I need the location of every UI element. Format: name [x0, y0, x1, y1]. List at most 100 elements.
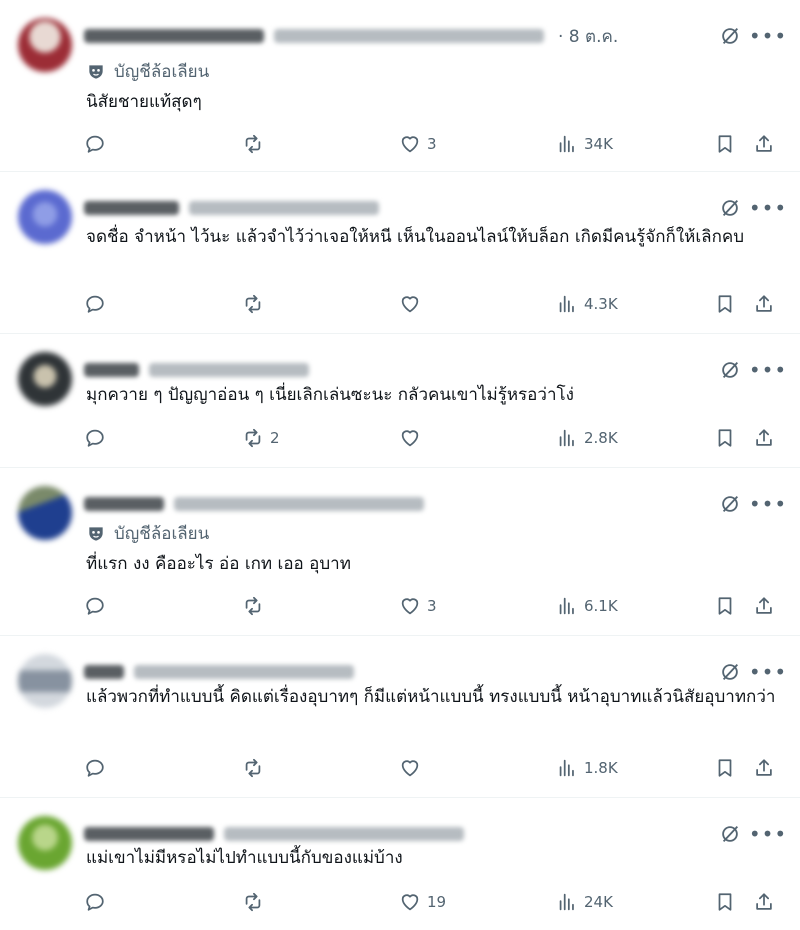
repost-icon: [245, 758, 261, 778]
like-button[interactable]: 3: [399, 129, 437, 159]
repost-button[interactable]: 2: [242, 423, 280, 453]
share-button[interactable]: [753, 591, 775, 621]
repost-button[interactable]: [242, 129, 270, 159]
repost-icon: [245, 892, 261, 912]
reply-button[interactable]: [84, 129, 112, 159]
views-button[interactable]: 6.1K: [556, 591, 618, 621]
like-count: 3: [427, 597, 437, 615]
reply-item[interactable]: · 8 ต.ค. ••• บัญชีล้อเลียน นิสัยชายแท้สุ…: [0, 0, 800, 172]
like-count: 3: [427, 135, 437, 153]
more-options-icon[interactable]: •••: [749, 22, 786, 50]
bookmark-icon: [718, 295, 732, 313]
grok-icon[interactable]: [716, 490, 744, 518]
view-count: 1.8K: [584, 759, 618, 777]
bookmark-button[interactable]: [714, 591, 736, 621]
like-button[interactable]: [399, 753, 427, 783]
grok-icon[interactable]: [716, 22, 744, 50]
display-name-blurred[interactable]: [84, 29, 264, 43]
repost-button[interactable]: [242, 289, 270, 319]
bookmark-button[interactable]: [714, 753, 736, 783]
share-button[interactable]: [753, 753, 775, 783]
reply-item[interactable]: ••• จดชื่อ จำหน้า ไว้นะ แล้วจำไว้ว่าเจอใ…: [0, 172, 800, 334]
view-count: 4.3K: [584, 295, 618, 313]
display-name-blurred[interactable]: [84, 665, 124, 679]
heart-icon: [401, 136, 419, 153]
views-button[interactable]: 2.8K: [556, 423, 618, 453]
views-button[interactable]: 4.3K: [556, 289, 618, 319]
reply-item[interactable]: ••• แม่เขาไม่มีหรอไม่ไปทำแบบนี้กับของแม่…: [0, 798, 800, 930]
heart-icon: [401, 430, 419, 447]
bookmark-button[interactable]: [714, 887, 736, 917]
display-name-blurred[interactable]: [84, 497, 164, 511]
handle-blurred[interactable]: [134, 665, 354, 679]
reply-header: [84, 358, 309, 382]
action-bar: 3 34K: [84, 129, 780, 159]
reply-button[interactable]: [84, 887, 112, 917]
like-button[interactable]: 19: [399, 887, 446, 917]
handle-blurred[interactable]: [274, 29, 544, 43]
action-bar: 3 6.1K: [84, 591, 780, 621]
share-icon: [756, 135, 772, 152]
reply-button[interactable]: [84, 289, 112, 319]
share-icon: [756, 597, 772, 614]
repost-icon: [245, 294, 261, 314]
avatar[interactable]: [18, 190, 72, 244]
reply-text: ที่แรก งง คืออะไร อ่อ เกท เออ อุบาท: [86, 554, 351, 574]
display-name-blurred[interactable]: [84, 363, 139, 377]
reply-item[interactable]: ••• แล้วพวกที่ทำแบบนี้ คิดแต่เรื่องอุบาท…: [0, 636, 800, 798]
bookmark-button[interactable]: [714, 423, 736, 453]
repost-button[interactable]: [242, 753, 270, 783]
reply-button[interactable]: [84, 591, 112, 621]
grok-icon[interactable]: [716, 194, 744, 222]
avatar[interactable]: [18, 18, 72, 72]
avatar[interactable]: [18, 486, 72, 540]
display-name-blurred[interactable]: [84, 201, 179, 215]
reply-button[interactable]: [84, 753, 112, 783]
repost-icon: [245, 134, 261, 154]
avatar[interactable]: [18, 816, 72, 870]
view-count: 34K: [584, 135, 613, 153]
share-button[interactable]: [753, 289, 775, 319]
parody-mask-icon: [89, 526, 103, 541]
views-icon: [559, 893, 574, 911]
display-name-blurred[interactable]: [84, 827, 214, 841]
action-bar: 19 24K: [84, 887, 780, 917]
like-button[interactable]: [399, 289, 427, 319]
more-options-icon[interactable]: •••: [749, 194, 786, 222]
bookmark-icon: [718, 597, 732, 615]
heart-icon: [401, 894, 419, 911]
reply-item[interactable]: ••• บัญชีล้อเลียน ที่แรก งง คืออะไร อ่อ …: [0, 468, 800, 636]
handle-blurred[interactable]: [189, 201, 379, 215]
bookmark-button[interactable]: [714, 129, 736, 159]
bookmark-button[interactable]: [714, 289, 736, 319]
timestamp[interactable]: · 8 ต.ค.: [558, 23, 618, 50]
action-bar: 2 2.8K: [84, 423, 780, 453]
like-button[interactable]: 3: [399, 591, 437, 621]
bookmark-icon: [718, 135, 732, 153]
reply-item[interactable]: ••• มุกควาย ๆ ปัญญาอ่อน ๆ เนี่ยเลิกเล่นซ…: [0, 334, 800, 468]
more-options-icon[interactable]: •••: [749, 490, 786, 518]
handle-blurred[interactable]: [224, 827, 464, 841]
views-button[interactable]: 24K: [556, 887, 613, 917]
like-button[interactable]: [399, 423, 427, 453]
share-icon: [756, 295, 772, 312]
repost-count: 2: [270, 429, 280, 447]
views-button[interactable]: 1.8K: [556, 753, 618, 783]
bookmark-icon: [718, 759, 732, 777]
avatar[interactable]: [18, 654, 72, 708]
share-button[interactable]: [753, 129, 775, 159]
repost-button[interactable]: [242, 591, 270, 621]
views-button[interactable]: 34K: [556, 129, 613, 159]
reply-text: นิสัยชายแท้สุดๆ: [86, 92, 202, 112]
reply-button[interactable]: [84, 423, 112, 453]
views-icon: [559, 429, 574, 447]
share-button[interactable]: [753, 423, 775, 453]
share-button[interactable]: [753, 887, 775, 917]
views-icon: [559, 759, 574, 777]
avatar[interactable]: [18, 352, 72, 406]
reply-text: จดชื่อ จำหน้า ไว้นะ แล้วจำไว้ว่าเจอให้หน…: [86, 227, 745, 247]
repost-button[interactable]: [242, 887, 270, 917]
handle-blurred[interactable]: [149, 363, 309, 377]
action-bar: 1.8K: [84, 753, 780, 783]
handle-blurred[interactable]: [174, 497, 424, 511]
